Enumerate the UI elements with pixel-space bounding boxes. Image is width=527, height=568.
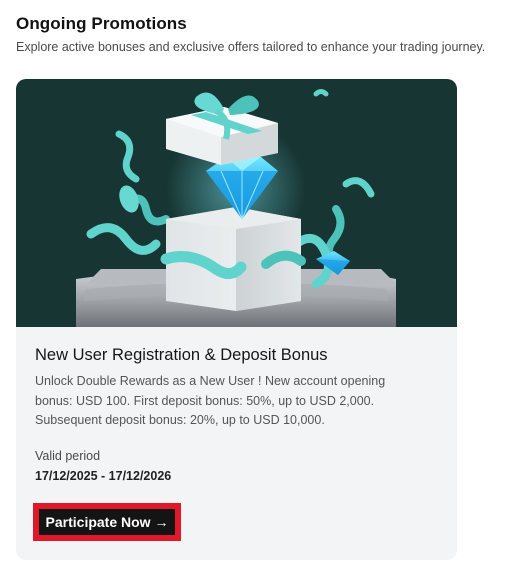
section-subtitle: Explore active bonuses and exclusive off…: [16, 40, 486, 54]
gift-box-diamond-illustration: [76, 89, 396, 327]
promotion-description-line: Unlock Double Rewards as a New User ! Ne…: [35, 374, 386, 388]
valid-period-value: 17/12/2025 - 17/12/2026: [35, 469, 172, 483]
promotion-description-line: bonus: USD 100. First deposit bonus: 50%…: [35, 393, 375, 408]
promotion-description: Unlock Double Rewards as a New User ! Ne…: [35, 372, 445, 431]
promotion-description-line: Subsequent deposit bonus: 20%, up to USD…: [35, 413, 325, 427]
section-title: Ongoing Promotions: [16, 14, 187, 33]
participate-now-button[interactable]: Participate Now →: [39, 509, 175, 535]
promotion-title: New User Registration & Deposit Bonus: [35, 346, 328, 364]
participate-button-highlight: Participate Now →: [33, 503, 181, 541]
promotion-card: New User Registration & Deposit Bonus Un…: [16, 79, 457, 560]
promotion-banner: [16, 79, 457, 327]
promotions-page: Ongoing Promotions Explore active bonuse…: [0, 0, 527, 568]
valid-period-label: Valid period: [35, 449, 101, 463]
